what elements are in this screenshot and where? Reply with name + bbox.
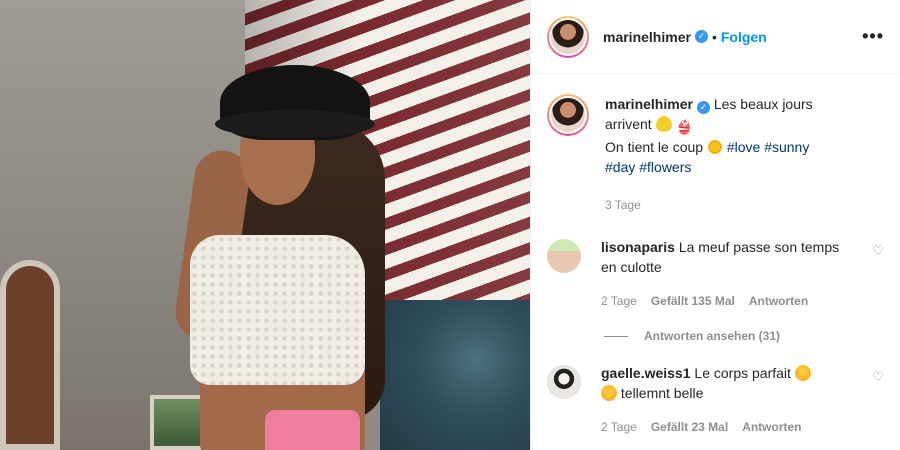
like-heart-icon[interactable]: ♡ bbox=[872, 367, 884, 387]
photo-trees bbox=[380, 300, 530, 450]
like-heart-icon[interactable]: ♡ bbox=[872, 241, 884, 261]
comment-likes[interactable]: Gefällt 23 Mal bbox=[651, 417, 728, 437]
commenter-avatar[interactable] bbox=[547, 365, 581, 399]
commenter-avatar[interactable] bbox=[547, 239, 581, 273]
kissing-face-emoji-icon bbox=[794, 365, 811, 381]
comment-time[interactable]: 2 Tage bbox=[601, 417, 637, 437]
bikini-emoji-icon: 👙 bbox=[675, 119, 693, 135]
header-separator: • bbox=[711, 28, 717, 45]
comment-item: lisonaparis La meuf passe son temps en c… bbox=[531, 237, 900, 311]
post-header: marinelhimer ✓ • Folgen ••• bbox=[531, 0, 900, 74]
winking-tongue-emoji-icon bbox=[601, 385, 617, 401]
hashtag-flowers[interactable]: #flowers bbox=[639, 159, 691, 175]
post-caption: marinelhimer ✓ Les beaux jours arrivent 👙… bbox=[531, 74, 900, 215]
caption-timestamp[interactable]: 3 Tage bbox=[605, 195, 875, 215]
caption-text-3: On tient le coup bbox=[605, 139, 704, 155]
comment-item: gaelle.weiss1 Le corps parfait tellemnt … bbox=[531, 363, 900, 437]
reply-button[interactable]: Antworten bbox=[742, 417, 801, 437]
caption-author-username[interactable]: marinelhimer bbox=[605, 96, 693, 112]
commenter-username[interactable]: gaelle.weiss1 bbox=[601, 365, 691, 381]
replies-divider-line bbox=[604, 335, 628, 337]
instagram-post: marinelhimer ✓ • Folgen ••• marinelhimer… bbox=[0, 0, 900, 450]
lemon-emoji-icon bbox=[655, 116, 672, 132]
view-replies-label: Antworten ansehen (31) bbox=[644, 329, 781, 343]
photo-arch-door bbox=[0, 260, 60, 450]
caption-author-avatar-image bbox=[549, 96, 587, 134]
caption-text-2: arrivent bbox=[605, 116, 652, 132]
post-side-panel: marinelhimer ✓ • Folgen ••• marinelhimer… bbox=[530, 0, 900, 450]
comment-body: lisonaparis La meuf passe son temps en c… bbox=[601, 237, 884, 311]
comment-time[interactable]: 2 Tage bbox=[601, 291, 637, 311]
author-avatar[interactable] bbox=[547, 15, 589, 58]
photo-hat-brim bbox=[215, 110, 375, 138]
verified-badge-icon: ✓ bbox=[696, 100, 710, 114]
reply-button[interactable]: Antworten bbox=[749, 291, 808, 311]
caption-text-1: Les beaux jours bbox=[713, 96, 813, 112]
caption-body: marinelhimer ✓ Les beaux jours arrivent 👙… bbox=[605, 94, 875, 215]
header-user-info: marinelhimer ✓ • Folgen bbox=[603, 29, 767, 45]
hashtag-sunny[interactable]: #sunny bbox=[764, 139, 809, 155]
photo-pink-shorts bbox=[265, 410, 360, 450]
comment-text-part1: Le corps parfait bbox=[694, 365, 791, 381]
post-photo[interactable] bbox=[0, 0, 530, 450]
verified-badge-icon: ✓ bbox=[694, 30, 708, 43]
sun-emoji-icon bbox=[706, 139, 723, 155]
author-username[interactable]: marinelhimer bbox=[603, 29, 691, 45]
comment-body: gaelle.weiss1 Le corps parfait tellemnt … bbox=[601, 363, 884, 437]
photo-white-lace-top bbox=[190, 235, 365, 385]
hashtag-day[interactable]: #day bbox=[605, 159, 635, 175]
follow-button[interactable]: Folgen bbox=[721, 29, 767, 45]
comment-text-part2: tellemnt belle bbox=[620, 385, 704, 401]
comment-meta: 2 Tage Gefällt 23 Mal Antworten bbox=[601, 417, 858, 437]
view-replies-button[interactable]: Antworten ansehen (31) bbox=[604, 329, 900, 343]
commenter-username[interactable]: lisonaparis bbox=[601, 239, 675, 255]
comment-meta: 2 Tage Gefällt 135 Mal Antworten bbox=[601, 291, 858, 311]
caption-author-avatar[interactable] bbox=[547, 94, 589, 136]
more-options-icon[interactable]: ••• bbox=[862, 26, 884, 47]
author-avatar-image bbox=[549, 17, 587, 56]
comment-likes[interactable]: Gefällt 135 Mal bbox=[651, 291, 735, 311]
hashtag-love[interactable]: #love bbox=[727, 139, 760, 155]
